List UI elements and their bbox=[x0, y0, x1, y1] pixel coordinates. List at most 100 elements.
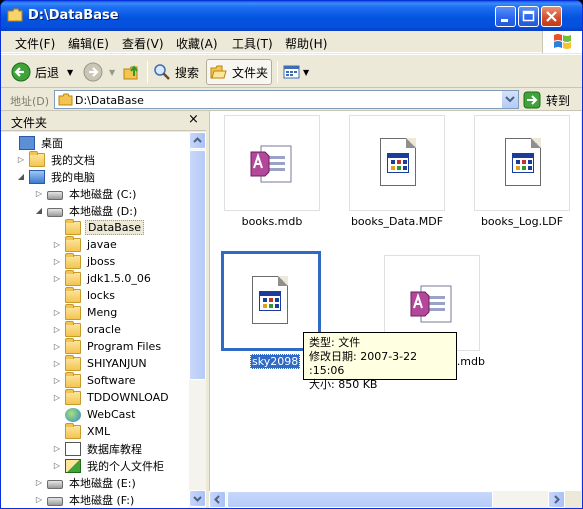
file-thumbnail bbox=[224, 115, 320, 211]
expand-toggle-icon[interactable]: ▷ bbox=[53, 376, 61, 385]
forward-dropdown-icon[interactable]: ▼ bbox=[109, 68, 115, 77]
expand-toggle-icon[interactable]: ▷ bbox=[17, 155, 25, 164]
file-item[interactable]: books_Log.LDF bbox=[467, 115, 577, 228]
folders-label: 文件夹 bbox=[232, 65, 269, 80]
scroll-thumb[interactable] bbox=[189, 150, 206, 380]
application-file-icon bbox=[505, 138, 541, 186]
scroll-down-button[interactable] bbox=[189, 490, 206, 507]
expand-toggle-icon[interactable]: ▷ bbox=[53, 461, 61, 470]
windows-flag-icon bbox=[554, 34, 571, 49]
tree-item[interactable]: ▷ jdk1.5.0_06 bbox=[53, 269, 153, 287]
tree-item[interactable]: ▷ oracle bbox=[53, 320, 123, 338]
tree-item-label: TDDOWNLOAD bbox=[87, 391, 169, 404]
tree-item[interactable]: 桌面 bbox=[7, 134, 65, 151]
menu-edit[interactable]: 编辑(E) bbox=[68, 35, 109, 52]
tree-item[interactable]: ▷ 本地磁盘 (C:) bbox=[35, 185, 138, 202]
search-button[interactable]: 搜索 bbox=[152, 59, 199, 85]
tree-item[interactable]: ▷ 我的个人文件柜 bbox=[53, 457, 166, 474]
views-button[interactable]: ▼ bbox=[283, 59, 309, 85]
address-dropdown-button[interactable] bbox=[501, 91, 518, 108]
expand-toggle-icon[interactable]: ▷ bbox=[53, 359, 61, 368]
tree-item[interactable]: ◢ 本地磁盘 (D:) bbox=[35, 202, 139, 219]
access-database-icon bbox=[410, 285, 452, 323]
up-folder-button[interactable] bbox=[122, 59, 142, 85]
file-thumbnail bbox=[349, 115, 445, 211]
tree-item-label: 本地磁盘 (C:) bbox=[69, 187, 137, 201]
hscroll-thumb[interactable] bbox=[227, 491, 493, 508]
menu-tools[interactable]: 工具(T) bbox=[232, 35, 273, 52]
tree-item[interactable]: ▷ Software bbox=[53, 371, 138, 389]
folder-tree: 桌面 ▷ 我的文档 ◢ 我的电脑 ▷ 本地磁盘 (C:) ◢ 本地磁盘 (D:) DataBase… bbox=[1, 132, 189, 508]
menu-favorites[interactable]: 收藏(A) bbox=[176, 35, 218, 52]
folder-icon bbox=[65, 269, 81, 286]
expand-toggle-icon[interactable]: ▷ bbox=[53, 444, 61, 453]
expand-toggle-icon[interactable]: ▷ bbox=[35, 189, 43, 198]
tree-item[interactable]: ▷ 本地磁盘 (E:) bbox=[35, 474, 138, 491]
go-button[interactable]: 转到 bbox=[523, 90, 579, 110]
menu-file[interactable]: 文件(F) bbox=[15, 35, 55, 52]
expand-toggle-icon[interactable]: ▷ bbox=[35, 495, 43, 504]
chevron-down-icon bbox=[193, 496, 202, 502]
views-dropdown-icon[interactable]: ▼ bbox=[303, 68, 309, 77]
maximize-icon bbox=[522, 10, 535, 22]
expand-toggle-icon[interactable]: ▷ bbox=[53, 274, 61, 283]
expand-toggle-icon[interactable]: ▷ bbox=[53, 325, 61, 334]
scroll-up-button[interactable] bbox=[189, 132, 206, 149]
tree-item[interactable]: ▷ 我的文档 bbox=[17, 150, 97, 168]
application-file-icon bbox=[252, 276, 288, 324]
tree-item-label: SHIYANJUN bbox=[87, 357, 147, 370]
folder-icon bbox=[7, 8, 23, 22]
close-pane-icon[interactable]: × bbox=[188, 112, 199, 127]
expand-toggle-icon[interactable]: ▷ bbox=[53, 240, 61, 249]
application-file-icon bbox=[380, 138, 416, 186]
folder-tree-scrollbar[interactable] bbox=[189, 132, 206, 508]
expand-toggle-icon[interactable]: ▷ bbox=[53, 342, 61, 351]
scroll-left-button[interactable] bbox=[209, 491, 226, 508]
back-button[interactable]: 后退 ▼ bbox=[11, 59, 73, 85]
tooltip-size: 大小: 850 KB bbox=[309, 378, 378, 391]
address-label: 地址(D) bbox=[10, 95, 50, 108]
tree-item[interactable]: ▷ 本地磁盘 (F:) bbox=[35, 491, 136, 508]
tree-item-label: 数据库教程 bbox=[87, 442, 142, 456]
tree-item-label: 本地磁盘 (D:) bbox=[69, 204, 138, 218]
expand-toggle-icon[interactable]: ◢ bbox=[17, 172, 25, 181]
forward-button[interactable]: ▼ bbox=[83, 59, 115, 85]
toolbar: 后退 ▼ ▼ 搜索 文件夹 ▼ bbox=[1, 54, 582, 88]
tree-item[interactable]: ▷ SHIYANJUN bbox=[53, 354, 149, 372]
menu-view[interactable]: 查看(V) bbox=[122, 35, 164, 52]
tree-item[interactable]: locks bbox=[53, 286, 117, 304]
menu-help[interactable]: 帮助(H) bbox=[285, 35, 327, 52]
expand-toggle-icon[interactable]: ◢ bbox=[35, 206, 43, 215]
tree-item[interactable]: ▷ jboss bbox=[53, 252, 117, 270]
tree-item[interactable]: DataBase bbox=[53, 218, 145, 236]
expand-toggle-icon[interactable]: ▷ bbox=[35, 478, 43, 487]
address-input[interactable]: D:\DataBase bbox=[54, 90, 519, 109]
tree-item[interactable]: ▷ 数据库教程 bbox=[53, 440, 144, 457]
file-item[interactable]: books.mdb bbox=[217, 115, 327, 228]
minimize-button[interactable] bbox=[495, 6, 516, 27]
folders-button[interactable]: 文件夹 bbox=[206, 59, 272, 85]
file-item[interactable]: books_Data.MDF bbox=[342, 115, 452, 228]
tree-item[interactable]: ▷ Meng bbox=[53, 303, 119, 321]
title-bar[interactable]: D:\DataBase bbox=[1, 1, 582, 31]
tree-item[interactable]: WebCast bbox=[53, 406, 137, 423]
tree-item-label: Meng bbox=[87, 306, 118, 319]
search-label: 搜索 bbox=[175, 65, 200, 80]
tree-item[interactable]: XML bbox=[53, 422, 112, 440]
tree-item-label: 我的电脑 bbox=[51, 170, 95, 184]
expand-toggle-icon[interactable]: ▷ bbox=[53, 308, 61, 317]
drive-icon bbox=[47, 190, 63, 200]
tree-item[interactable]: ▷ TDDOWNLOAD bbox=[53, 388, 171, 406]
scroll-right-button[interactable] bbox=[548, 491, 565, 508]
tree-item[interactable]: ▷ Program Files bbox=[53, 337, 163, 355]
close-button[interactable] bbox=[541, 6, 562, 27]
tree-item-label: jboss bbox=[87, 255, 116, 268]
expand-toggle-icon[interactable]: ▷ bbox=[53, 257, 61, 266]
expand-toggle-icon[interactable]: ▷ bbox=[53, 393, 61, 402]
tree-item[interactable]: ▷ javae bbox=[53, 235, 119, 253]
maximize-button[interactable] bbox=[518, 6, 539, 27]
tree-item[interactable]: ◢ 我的电脑 bbox=[17, 168, 97, 185]
file-view-hscrollbar[interactable] bbox=[209, 491, 565, 508]
document-folder-icon bbox=[65, 441, 81, 456]
back-dropdown-icon[interactable]: ▼ bbox=[67, 68, 73, 77]
